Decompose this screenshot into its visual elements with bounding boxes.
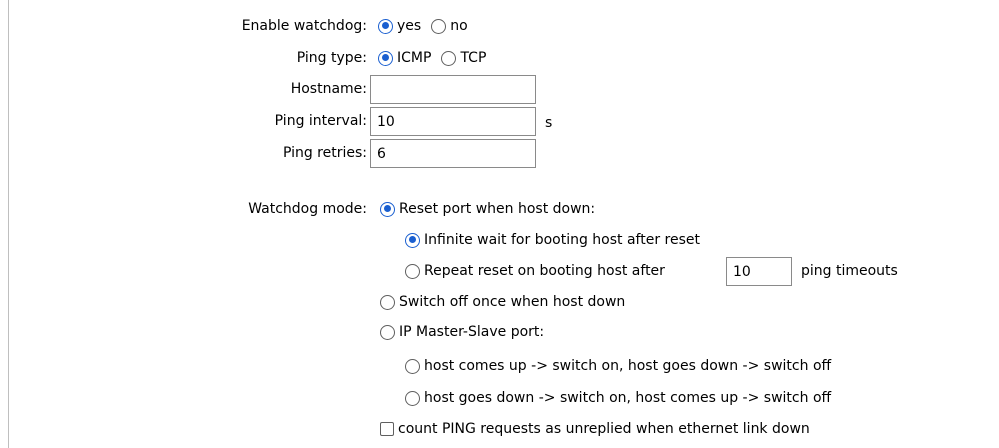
count-ping-option[interactable]: count PING requests as unreplied when et… (380, 420, 810, 438)
ping-tcp-radio[interactable] (441, 50, 457, 66)
mode-ip-master-label[interactable]: IP Master-Slave port: (399, 323, 544, 341)
ping-retries-input[interactable] (370, 139, 536, 168)
ping-interval-input[interactable] (370, 107, 536, 136)
hostname-label: Hostname: (290, 81, 367, 97)
ping-tcp-label[interactable]: TCP (460, 49, 486, 67)
mode-reset-option[interactable]: Reset port when host down: (380, 200, 595, 218)
mode-ip-master-radio[interactable] (380, 324, 395, 340)
mode-reset-label[interactable]: Reset port when host down: (399, 200, 595, 218)
mode-reset-infinite-option[interactable]: Infinite wait for booting host after res… (405, 231, 700, 249)
ping-icmp-label[interactable]: ICMP (397, 49, 431, 67)
left-border-line (8, 0, 9, 448)
mode-reset-infinite-radio[interactable] (405, 232, 420, 248)
mode-ip-down-on-radio[interactable] (405, 390, 420, 406)
mode-ip-up-on-radio[interactable] (405, 358, 420, 374)
ping-interval-unit: s (545, 115, 553, 131)
watchdog-settings-page: Enable watchdog: yes no Ping type: ICMP … (0, 0, 999, 448)
ping-interval-label: Ping interval: (274, 113, 367, 129)
mode-ip-down-on-label[interactable]: host goes down -> switch on, host comes … (424, 389, 831, 407)
count-ping-checkbox[interactable] (380, 422, 394, 436)
enable-no-label[interactable]: no (450, 17, 467, 35)
count-ping-label[interactable]: count PING requests as unreplied when et… (398, 420, 810, 438)
ping-type-group: ICMP TCP (378, 49, 486, 67)
mode-reset-repeat-radio[interactable] (405, 263, 420, 279)
enable-yes-label[interactable]: yes (397, 17, 421, 35)
mode-reset-repeat-option[interactable]: Repeat reset on booting host after (405, 262, 665, 280)
enable-yes-radio[interactable] (378, 18, 393, 34)
mode-switch-off-radio[interactable] (380, 294, 395, 310)
ping-type-label: Ping type: (296, 50, 367, 66)
mode-reset-repeat-suffix: ping timeouts (801, 263, 898, 279)
mode-reset-repeat-prefix[interactable]: Repeat reset on booting host after (424, 262, 665, 280)
mode-switch-off-option[interactable]: Switch off once when host down (380, 293, 625, 311)
ping-retries-label: Ping retries: (282, 145, 367, 161)
mode-ip-down-on-option[interactable]: host goes down -> switch on, host comes … (405, 389, 831, 407)
mode-reset-radio[interactable] (380, 201, 395, 217)
enable-watchdog-label: Enable watchdog: (241, 18, 367, 34)
mode-switch-off-label[interactable]: Switch off once when host down (399, 293, 625, 311)
mode-reset-repeat-input[interactable] (726, 257, 792, 286)
mode-ip-up-on-option[interactable]: host comes up -> switch on, host goes do… (405, 357, 831, 375)
mode-ip-up-on-label[interactable]: host comes up -> switch on, host goes do… (424, 357, 831, 375)
mode-ip-master-option[interactable]: IP Master-Slave port: (380, 323, 544, 341)
enable-no-radio[interactable] (431, 18, 447, 34)
hostname-input[interactable] (370, 75, 536, 104)
watchdog-mode-label: Watchdog mode: (248, 201, 367, 217)
mode-reset-infinite-label[interactable]: Infinite wait for booting host after res… (424, 231, 700, 249)
enable-watchdog-group: yes no (378, 17, 468, 35)
ping-icmp-radio[interactable] (378, 50, 393, 66)
